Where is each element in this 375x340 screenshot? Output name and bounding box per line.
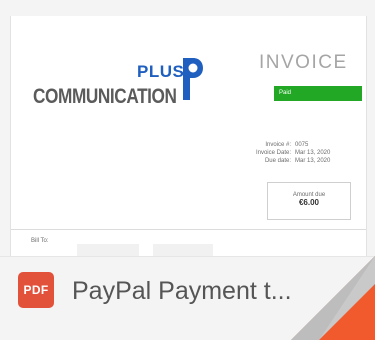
status-badge: Paid xyxy=(274,86,362,101)
pdf-file-icon: PDF xyxy=(18,272,54,308)
attachment-file-name[interactable]: PayPal Payment t... xyxy=(72,277,322,306)
meta-row-due-date: Due date: Mar 13, 2020 xyxy=(229,157,331,165)
meta-row-invoice-date: Invoice Date: Mar 13, 2020 xyxy=(229,149,331,157)
meta-row-invoice-number: Invoice #: 0075 xyxy=(229,141,329,149)
meta-value: Mar 13, 2020 xyxy=(295,150,331,156)
bill-to-label: Bill To: xyxy=(31,238,49,244)
invoice-title: INVOICE xyxy=(259,52,348,73)
meta-label: Invoice Date: xyxy=(255,150,291,156)
logo-main-text: COMMUNICATION xyxy=(33,85,177,108)
p-letter-mark-icon xyxy=(183,58,203,100)
logo-plus-text: PLUS xyxy=(137,62,185,81)
meta-label: Invoice #: xyxy=(265,142,291,148)
company-logo: PLUS COMMUNICATION xyxy=(33,56,203,116)
invoice-meta: Invoice #: 0075 Invoice Date: Mar 13, 20… xyxy=(229,141,331,165)
attachment-preview-card[interactable]: PLUS COMMUNICATION INVOICE Paid Invoice … xyxy=(0,0,375,340)
meta-value: 0075 xyxy=(295,142,309,148)
invoice-preview: PLUS COMMUNICATION INVOICE Paid Invoice … xyxy=(10,16,367,270)
amount-due-box: Amount due €6.00 xyxy=(267,182,351,220)
meta-label: Due date: xyxy=(264,158,291,164)
divider xyxy=(11,229,366,230)
meta-value: Mar 13, 2020 xyxy=(295,158,331,164)
page-fold-corner-icon xyxy=(291,256,375,340)
amount-due-value: €6.00 xyxy=(298,198,320,207)
